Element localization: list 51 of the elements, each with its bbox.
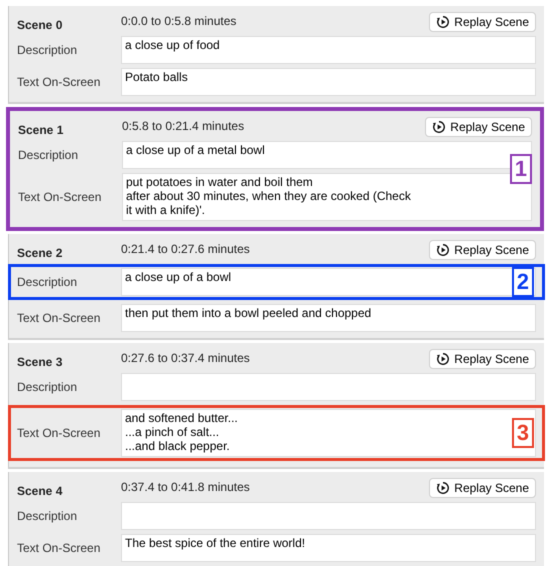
description-text: a close up of food [125, 38, 220, 52]
replay-icon [436, 243, 450, 257]
text-line: ...and black pepper. [125, 439, 230, 453]
description-label: Description [18, 147, 80, 164]
replay-scene-button[interactable]: Replay Scene [425, 117, 532, 137]
replay-icon [436, 481, 450, 495]
scene-time: 0:21.4 to 0:27.6 minutes [121, 241, 251, 258]
annotation-number: 1 [510, 154, 532, 184]
description-field[interactable] [121, 373, 536, 401]
replay-icon [432, 120, 446, 134]
replay-scene-button[interactable]: Replay Scene [429, 349, 536, 369]
scene-time: 0:37.4 to 0:41.8 minutes [121, 479, 251, 496]
text-on-screen-label: Text On-Screen [17, 540, 102, 557]
text-line: put potatoes in water and boil them [126, 175, 313, 189]
description-field[interactable]: a close up of food [121, 36, 536, 64]
description-field[interactable] [121, 502, 536, 530]
text-line: it with a knife)'. [126, 203, 205, 217]
text-line: ...a pinch of salt... [125, 425, 220, 439]
text-on-screen-field[interactable]: Potato balls [121, 68, 536, 96]
annotation-number: 2 [512, 267, 534, 297]
description-label: Description [17, 508, 78, 525]
replay-icon [436, 352, 450, 366]
text-on-screen-label: Text On-Screen [17, 310, 102, 327]
annotation-number: 3 [512, 418, 534, 448]
description-label: Description [17, 274, 78, 291]
scene-title: Scene 3 [17, 354, 64, 371]
replay-scene-button[interactable]: Replay Scene [429, 478, 536, 498]
text-line: and softened butter... [125, 411, 238, 425]
text-on-screen-label: Text On-Screen [17, 74, 102, 91]
replay-scene-button[interactable]: Replay Scene [429, 12, 536, 32]
description-text: a close up of a bowl [125, 270, 232, 284]
replay-scene-button[interactable]: Replay Scene [429, 240, 536, 260]
text-line: after about 30 minutes, when they are cooked (Check [126, 189, 411, 203]
scene-time: 0:0.0 to 0:5.8 minutes [121, 13, 238, 30]
scene-title: Scene 2 [17, 245, 64, 262]
text-on-screen-field[interactable]: then put them into a bowl peeled and chopped [121, 304, 536, 332]
text-line: Potato balls [125, 70, 188, 84]
scene-title: Scene 4 [17, 483, 64, 500]
scene-title: Scene 0 [17, 17, 64, 34]
text-line: then put them into a bowl peeled and chopped [125, 306, 372, 320]
scene-time: 0:27.6 to 0:37.4 minutes [121, 350, 251, 367]
scene-time: 0:5.8 to 0:21.4 minutes [122, 118, 246, 135]
scene-title: Scene 1 [18, 122, 64, 139]
description-text: a close up of a metal bowl [126, 143, 265, 157]
replay-icon [436, 15, 450, 29]
text-on-screen-label: Text On-Screen [17, 425, 102, 442]
description-label: Description [17, 379, 78, 396]
text-on-screen-field[interactable]: The best spice of the entire world! [121, 534, 536, 562]
text-line: The best spice of the entire world! [125, 536, 306, 550]
text-on-screen-label: Text On-Screen [18, 189, 102, 206]
description-label: Description [17, 42, 78, 59]
